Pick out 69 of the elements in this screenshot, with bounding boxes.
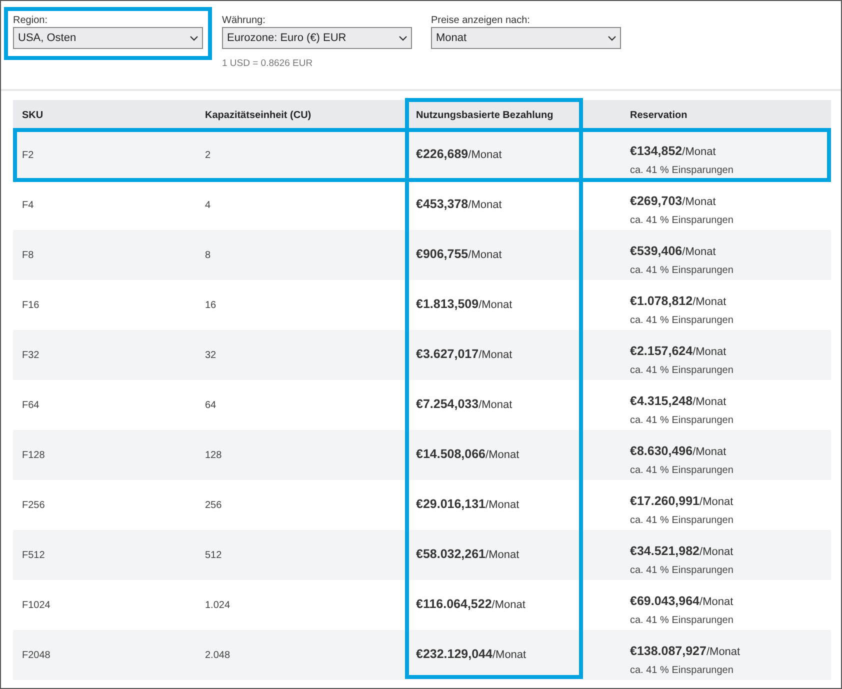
table-cell: 16 [205, 300, 216, 311]
table-cell: €29.016,131/Monat [416, 499, 520, 511]
savings-text: ca. 41 % Einsparungen [630, 264, 734, 278]
table-cell: F8 [22, 250, 34, 261]
table-cell: F32 [22, 350, 40, 361]
table-cell: €3.627,017/Monat [416, 349, 512, 361]
table-cell: 256 [205, 500, 222, 511]
table-cell: €58.032,261/Monat [416, 549, 520, 561]
table-cell: 128 [205, 450, 222, 461]
table-cell: €906,755/Monat [416, 249, 502, 261]
savings-text: ca. 41 % Einsparungen [630, 314, 734, 328]
chevron-down-icon [608, 36, 616, 40]
table-cell-text: €8.630,496/Monat [630, 443, 728, 460]
table-cell: 512 [205, 550, 222, 561]
savings-text: ca. 41 % Einsparungen [630, 214, 734, 228]
table-cell: 64 [205, 400, 216, 411]
column-header: Nutzungsbasierte Bezahlung [415, 108, 554, 122]
table-cell: F2 [22, 150, 34, 161]
table-cell-text: €34.521,982/Monat [630, 543, 734, 560]
table-cell: €226,689/Monat [416, 149, 502, 161]
savings-text: ca. 41 % Einsparungen [630, 614, 734, 628]
table-cell-text: €269,703/Monat [630, 193, 717, 210]
savings-text: ca. 41 % Einsparungen [630, 164, 734, 178]
table-cell: F1024 [22, 600, 50, 611]
dropdown[interactable]: Eurozone: Euro (€) EUR [222, 27, 412, 49]
table-cell-text: €17.260,991/Monat [630, 493, 734, 510]
table-cell: 8 [205, 250, 211, 261]
savings-text: ca. 41 % Einsparungen [630, 464, 734, 478]
table-cell: F512 [22, 550, 45, 561]
table-cell: 32 [205, 350, 216, 361]
savings-text: ca. 41 % Einsparungen [630, 514, 734, 528]
table-cell: F4 [22, 200, 34, 211]
table-cell: €232.129,044/Monat [416, 649, 526, 661]
chevron-down-icon [190, 36, 198, 40]
field-label: Währung: [222, 14, 266, 27]
column-header: Kapazitätseinheit (CU) [204, 108, 312, 122]
table-cell-text: €134,852/Monat [630, 143, 717, 160]
column-header: Reservation [629, 108, 688, 122]
table-cell-text: €138.087,927/Monat [630, 643, 742, 660]
table-cell-text: €4.315,248/Monat [630, 393, 728, 410]
table-cell-text: €539,406/Monat [630, 243, 717, 260]
table-cell: €116.064,522/Monat [416, 599, 526, 611]
table-cell: F2048 [22, 650, 50, 661]
table-cell: 1.024 [205, 600, 230, 611]
field-label: Preise anzeigen nach: [431, 14, 531, 27]
field-label: Region: [13, 14, 48, 27]
table-cell: F64 [22, 400, 40, 411]
savings-text: ca. 41 % Einsparungen [630, 664, 734, 678]
savings-text: ca. 41 % Einsparungen [630, 364, 734, 378]
table-cell-text: €2.157,624/Monat [630, 343, 728, 360]
table-cell: 4 [205, 200, 211, 211]
exchange-rate: 1 USD = 0.8626 EUR [222, 57, 314, 71]
table-cell: €7.254,033/Monat [416, 399, 512, 411]
table-cell: 2 [205, 150, 211, 161]
table-cell: €1.813,509/Monat [416, 299, 512, 311]
column-header: SKU [21, 108, 44, 122]
dropdown[interactable]: USA, Osten [13, 27, 203, 49]
dropdown[interactable]: Monat [431, 27, 621, 49]
table-cell: F16 [22, 300, 40, 311]
table-cell-text: €69.043,964/Monat [630, 593, 734, 610]
savings-text: ca. 41 % Einsparungen [630, 414, 734, 428]
table-cell: F256 [22, 500, 45, 511]
table-cell: F128 [22, 450, 45, 461]
chevron-down-icon [399, 36, 407, 40]
savings-text: ca. 41 % Einsparungen [630, 564, 734, 578]
table-cell: €14.508,066/Monat [416, 449, 520, 461]
table-cell: 2.048 [205, 650, 230, 661]
table-cell: €453,378/Monat [416, 199, 502, 211]
table-cell-text: €1.078,812/Monat [630, 293, 728, 310]
